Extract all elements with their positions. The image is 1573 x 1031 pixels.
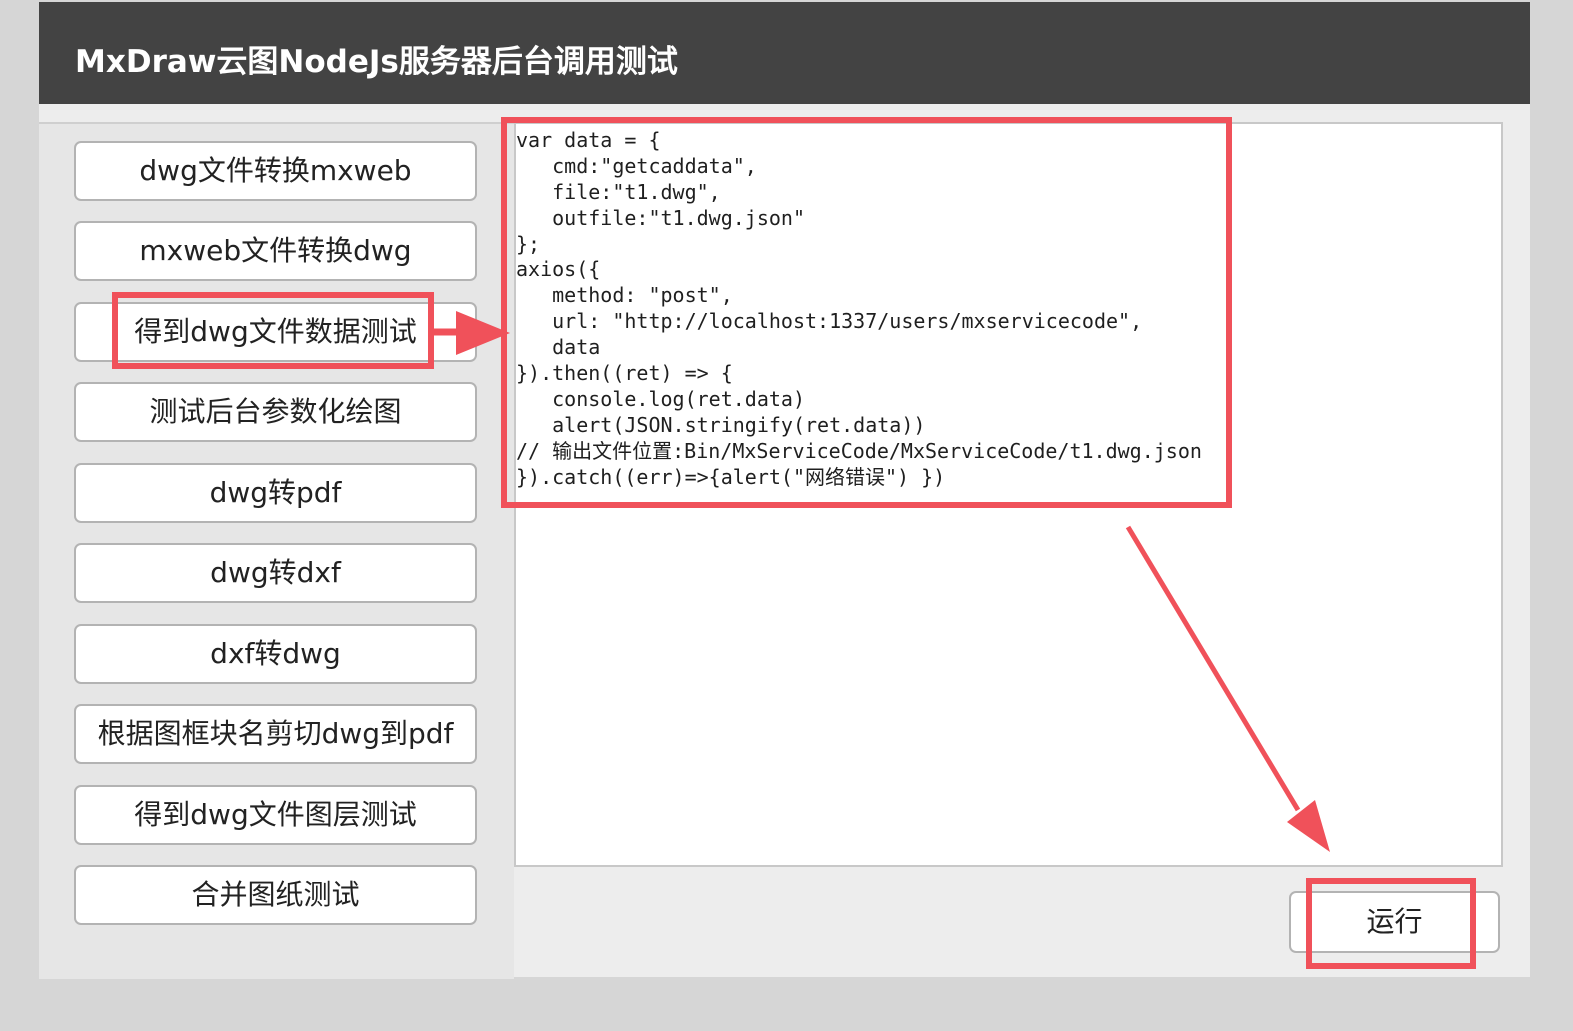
code-line: cmd:"getcaddata", — [516, 153, 757, 178]
code-line: // 输出文件位置:Bin/MxServiceCode/MxServiceCod… — [516, 438, 1202, 463]
code-line: outfile:"t1.dwg.json" — [516, 205, 805, 230]
page-title: MxDraw云图NodeJs服务器后台调用测试 — [75, 44, 678, 80]
code-line: }; — [516, 231, 541, 256]
code-text[interactable]: var data = { cmd:"getcaddata", file:"t1.… — [516, 128, 1501, 490]
parametric-drawing-button[interactable]: 测试后台参数化绘图 — [74, 382, 477, 442]
dwg-to-pdf-button[interactable]: dwg转pdf — [74, 463, 477, 523]
get-dwg-data-button[interactable]: 得到dwg文件数据测试 — [74, 302, 477, 362]
code-line: file:"t1.dwg", — [516, 179, 721, 204]
dwg-to-dxf-button[interactable]: dwg转dxf — [74, 543, 477, 603]
dxf-to-dwg-button[interactable]: dxf转dwg — [74, 624, 477, 684]
code-line: alert(JSON.stringify(ret.data)) — [516, 412, 926, 437]
code-line: method: "post", — [516, 283, 733, 308]
code-line: data — [516, 335, 601, 360]
code-line: }).then((ret) => { — [516, 361, 733, 386]
code-line: url: "http://localhost:1337/users/mxserv… — [516, 309, 1143, 334]
app-window: MxDraw云图NodeJs服务器后台调用测试 dwg文件转换mxweb mxw… — [39, 2, 1530, 979]
run-button[interactable]: 运行 — [1289, 891, 1500, 953]
sidebar: dwg文件转换mxweb mxweb文件转换dwg 得到dwg文件数据测试 测试… — [39, 122, 514, 979]
code-line: console.log(ret.data) — [516, 386, 805, 411]
code-line: }).catch((err)=>{alert("网络错误") }) — [516, 464, 946, 489]
code-editor[interactable]: var data = { cmd:"getcaddata", file:"t1.… — [514, 122, 1503, 867]
cut-dwg-to-pdf-button[interactable]: 根据图框块名剪切dwg到pdf — [74, 704, 477, 764]
mxweb-to-dwg-button[interactable]: mxweb文件转换dwg — [74, 221, 477, 281]
merge-drawings-button[interactable]: 合并图纸测试 — [74, 865, 477, 925]
dwg-to-mxweb-button[interactable]: dwg文件转换mxweb — [74, 141, 477, 201]
screenshot-root: MxDraw云图NodeJs服务器后台调用测试 dwg文件转换mxweb mxw… — [0, 0, 1573, 1031]
get-dwg-layers-button[interactable]: 得到dwg文件图层测试 — [74, 785, 477, 845]
header-bar: MxDraw云图NodeJs服务器后台调用测试 — [39, 2, 1530, 104]
code-line: axios({ — [516, 257, 601, 282]
code-line: var data = { — [516, 128, 661, 152]
